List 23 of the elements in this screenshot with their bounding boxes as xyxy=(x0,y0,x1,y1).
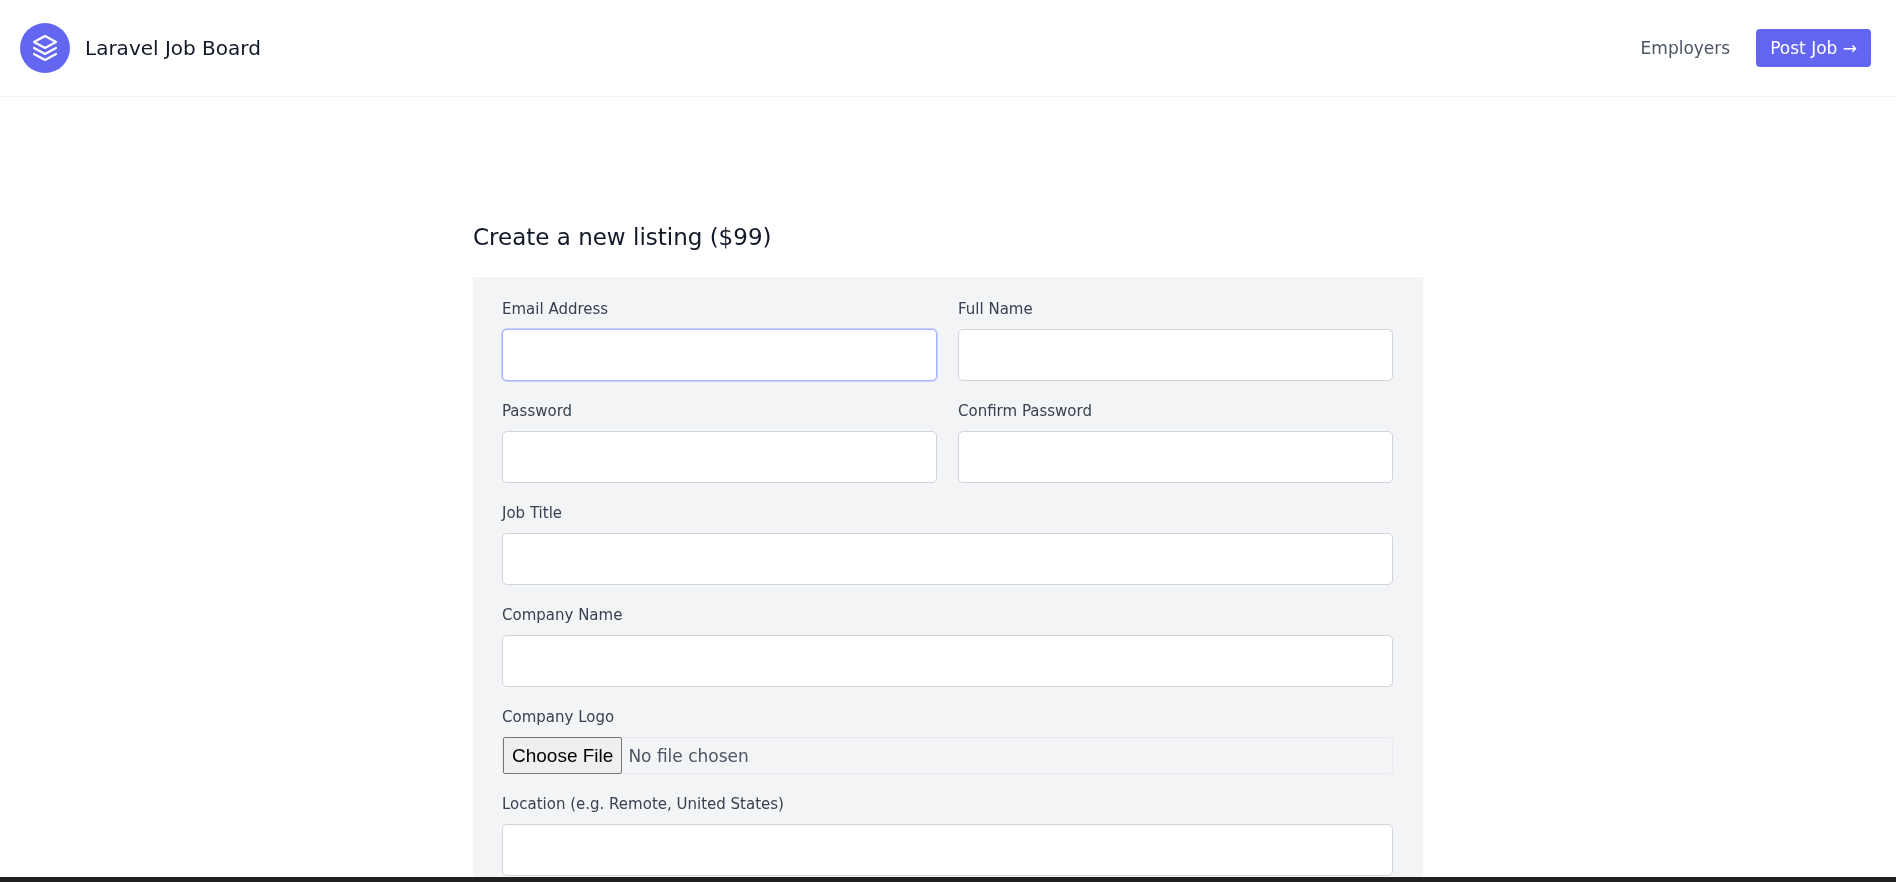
page-heading: Create a new listing ($99) xyxy=(473,223,773,252)
employers-link[interactable]: Employers xyxy=(1640,38,1731,58)
choose-file-button[interactable]: Choose File xyxy=(503,737,623,774)
field-label: Confirm Password xyxy=(958,401,1093,421)
file-input[interactable]: Choose File No file chosen xyxy=(502,737,1393,774)
post-job-button[interactable]: Post Job → xyxy=(1756,29,1871,67)
input-field[interactable] xyxy=(958,431,1393,483)
input-field[interactable] xyxy=(502,431,937,483)
field-label: Company Name xyxy=(502,605,624,625)
input-field[interactable] xyxy=(502,635,1393,687)
field-label: Location (e.g. Remote, United States) xyxy=(502,794,785,814)
field-label: Company Logo xyxy=(502,707,616,727)
field-label: Email Address xyxy=(502,299,610,319)
field-label: Password xyxy=(502,401,574,421)
field-label: Job Title xyxy=(502,503,564,523)
input-field[interactable] xyxy=(502,824,1393,876)
stacked-layers-logo-icon[interactable] xyxy=(20,23,70,73)
field-label: Full Name xyxy=(958,299,1034,319)
input-field[interactable] xyxy=(958,329,1393,381)
input-field[interactable] xyxy=(502,329,937,381)
file-status: No file chosen xyxy=(628,745,749,766)
site-title[interactable]: Laravel Job Board xyxy=(85,36,261,60)
input-field[interactable] xyxy=(502,533,1393,585)
